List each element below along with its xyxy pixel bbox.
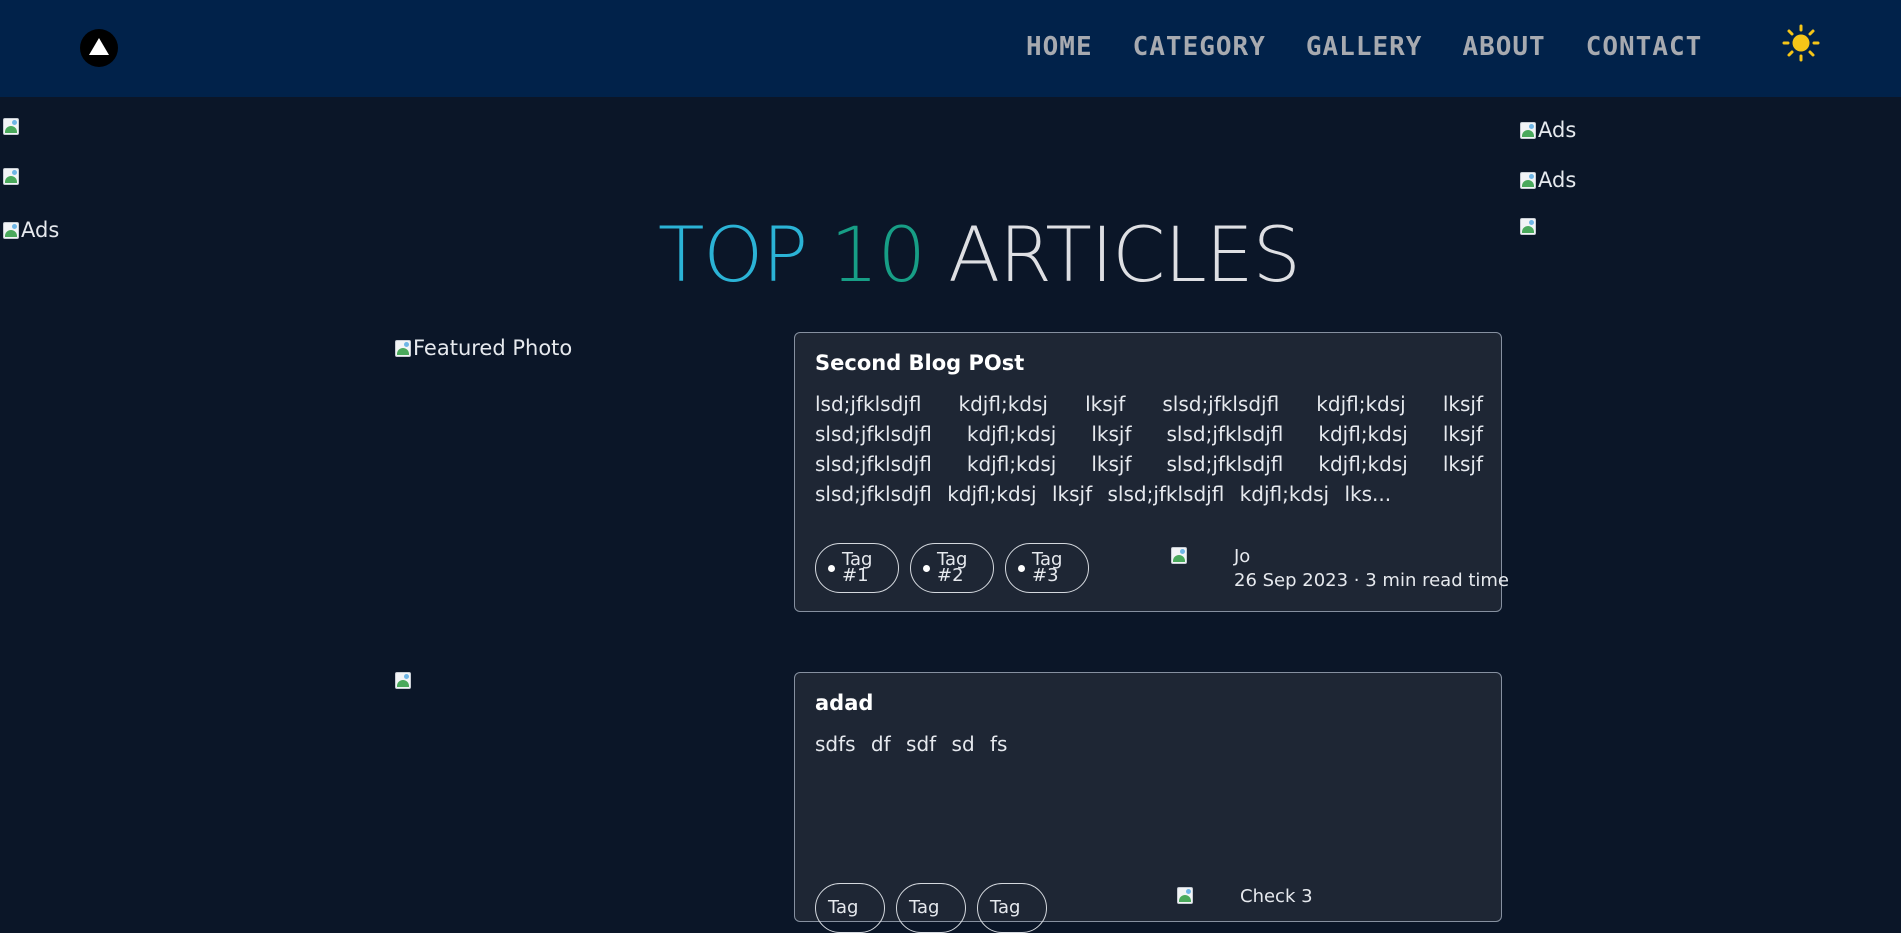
ad-alt-text: Ads xyxy=(1538,168,1577,192)
broken-image-icon xyxy=(3,221,19,239)
author-avatar xyxy=(1177,887,1193,904)
nav-contact[interactable]: CONTACT xyxy=(1586,30,1703,64)
nav-category[interactable]: CATEGORY xyxy=(1133,30,1266,64)
broken-image-icon xyxy=(3,118,19,135)
sun-icon[interactable] xyxy=(1782,24,1820,62)
tag-label: Tag #1 xyxy=(842,549,873,586)
tag-label: Tag #3 xyxy=(1032,549,1063,586)
bullet-icon xyxy=(1018,564,1025,572)
broken-image-icon xyxy=(1520,171,1536,189)
broken-image-icon xyxy=(395,672,411,689)
tag-label: Tag xyxy=(990,897,1021,918)
tag-chip[interactable]: Tag #1 xyxy=(815,543,899,593)
tag-label: Tag #2 xyxy=(937,549,968,586)
author-avatar xyxy=(1171,547,1187,564)
nav-gallery[interactable]: GALLERY xyxy=(1306,30,1423,64)
ad-left-1[interactable] xyxy=(3,118,21,135)
broken-image-icon xyxy=(1520,218,1536,235)
triangle-logo-icon xyxy=(89,38,109,55)
article-excerpt: sdfs df sdf sd fs xyxy=(815,732,1008,756)
tag-chip[interactable]: Tag xyxy=(977,883,1047,933)
nav-home[interactable]: HOME xyxy=(1026,30,1093,64)
tag-chip[interactable]: Tag xyxy=(815,883,885,933)
broken-image-icon xyxy=(1520,121,1536,139)
tag-list: Tag Tag Tag xyxy=(815,883,1047,933)
tag-label: Tag xyxy=(828,897,859,918)
tag-chip[interactable]: Tag #3 xyxy=(1005,543,1089,593)
article-excerpt: lsd;jfklsdjfl kdjfl;kdsj lksjf slsd;jfkl… xyxy=(815,392,1483,506)
article-title[interactable]: adad xyxy=(815,691,873,715)
nav-about[interactable]: ABOUT xyxy=(1462,30,1545,64)
broken-image-icon xyxy=(3,168,19,185)
featured-photo[interactable]: Featured Photo xyxy=(395,336,572,360)
featured-photo[interactable] xyxy=(395,672,413,689)
article-title[interactable]: Second Blog POst xyxy=(815,351,1024,375)
article-card[interactable]: Second Blog POst lsd;jfklsdjfl kdjfl;kds… xyxy=(794,332,1509,612)
title-articles: ARTICLES xyxy=(948,210,1301,299)
tag-chip[interactable]: Tag xyxy=(896,883,966,933)
ad-right-1[interactable]: Ads xyxy=(1520,118,1576,142)
tag-chip[interactable]: Tag #2 xyxy=(910,543,994,593)
logo[interactable] xyxy=(80,29,118,67)
ad-right-2[interactable]: Ads xyxy=(1520,168,1576,192)
tag-list: Tag #1 Tag #2 Tag #3 xyxy=(815,543,1089,593)
bullet-icon xyxy=(828,564,835,572)
broken-image-icon xyxy=(395,339,411,357)
site-header: HOME CATEGORY GALLERY ABOUT CONTACT xyxy=(0,0,1901,97)
ad-alt-text: Ads xyxy=(1538,118,1577,142)
author-name[interactable]: Jo xyxy=(1234,546,1250,567)
page-title: TOP 10 ARTICLES xyxy=(658,210,1301,300)
tag-label: Tag xyxy=(909,897,940,918)
main-nav: HOME CATEGORY GALLERY ABOUT CONTACT xyxy=(1026,30,1702,64)
post-meta: 26 Sep 2023 · 3 min read time xyxy=(1234,570,1510,591)
ad-alt-text: Ads xyxy=(21,218,60,242)
title-ten: 10 xyxy=(830,210,926,299)
title-top: TOP xyxy=(658,210,808,299)
bullet-icon xyxy=(923,564,930,572)
featured-photo-alt: Featured Photo xyxy=(413,336,573,360)
article-card[interactable]: adad sdfs df sdf sd fs Tag Tag Tag Check… xyxy=(794,672,1502,933)
ad-left-3[interactable]: Ads xyxy=(3,218,59,242)
ad-right-3[interactable] xyxy=(1520,218,1538,235)
ad-left-2[interactable] xyxy=(3,168,21,185)
